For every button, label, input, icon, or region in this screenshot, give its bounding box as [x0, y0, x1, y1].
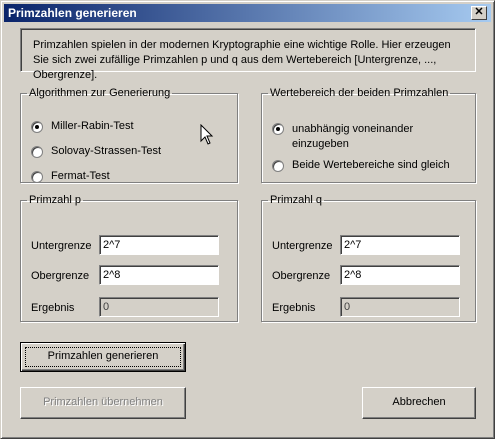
info-text: Primzahlen spielen in der modernen Krypt…: [33, 39, 451, 81]
upper-bound-label: Obergrenze: [31, 270, 90, 282]
prime-p-group: Primzahl p Untergrenze 2^7 Obergrenze 2^…: [20, 194, 238, 322]
q-lower-bound-input[interactable]: 2^7: [340, 235, 460, 255]
radio-label[interactable]: Solovay-Strassen-Test: [51, 145, 161, 157]
radio-indicator[interactable]: [272, 160, 284, 172]
radio-label[interactable]: Beide Wertebereiche sind gleich: [292, 159, 450, 171]
cancel-button[interactable]: Abbrechen: [362, 387, 476, 419]
range-mode-legend: Wertebereich der beiden Primzahlen: [270, 87, 449, 99]
lower-bound-label: Untergrenze: [31, 240, 92, 252]
window-title: Primzahlen generieren: [8, 6, 137, 20]
info-panel: Primzahlen spielen in der modernen Krypt…: [20, 28, 476, 81]
close-button[interactable]: ✕: [471, 6, 487, 20]
upper-bound-label: Obergrenze: [272, 270, 331, 282]
prime-q-legend: Primzahl q: [270, 194, 322, 206]
p-upper-bound-input[interactable]: 2^8: [99, 265, 219, 285]
generate-button[interactable]: Primzahlen generieren: [20, 342, 186, 372]
radio-indicator[interactable]: [31, 146, 43, 158]
p-result-field: 0: [99, 297, 219, 317]
radio-label[interactable]: Miller-Rabin-Test: [51, 120, 134, 132]
radio-label[interactable]: Fermat-Test: [51, 170, 110, 182]
generate-button-label: Primzahlen generieren: [47, 350, 159, 362]
title-bar[interactable]: Primzahlen generieren ✕: [4, 4, 491, 22]
result-label: Ergebnis: [272, 302, 316, 314]
prime-p-legend: Primzahl p: [29, 194, 81, 206]
q-result-field: 0: [340, 297, 460, 317]
p-lower-bound-input[interactable]: 2^7: [99, 235, 219, 255]
result-label: Ergebnis: [31, 302, 75, 314]
radio-indicator[interactable]: [272, 123, 284, 135]
cancel-button-label: Abbrechen: [392, 396, 446, 408]
radio-label[interactable]: unabhängig voneinander einzugeben: [292, 122, 452, 152]
radio-indicator[interactable]: [31, 171, 43, 183]
radio-indicator[interactable]: [31, 121, 43, 133]
range-mode-group: Wertebereich der beiden Primzahlen unabh…: [261, 87, 476, 183]
mouse-cursor-icon: [200, 124, 214, 145]
prime-q-group: Primzahl q Untergrenze 2^7 Obergrenze 2^…: [261, 194, 476, 322]
apply-button-label: Primzahlen übernehmen: [43, 396, 163, 408]
q-upper-bound-input[interactable]: 2^8: [340, 265, 460, 285]
dialog-window: Primzahlen generieren ✕ Primzahlen spiel…: [0, 0, 495, 439]
algorithm-group-legend: Algorithmen zur Generierung: [29, 87, 171, 99]
apply-button[interactable]: Primzahlen übernehmen: [20, 387, 186, 419]
lower-bound-label: Untergrenze: [272, 240, 333, 252]
